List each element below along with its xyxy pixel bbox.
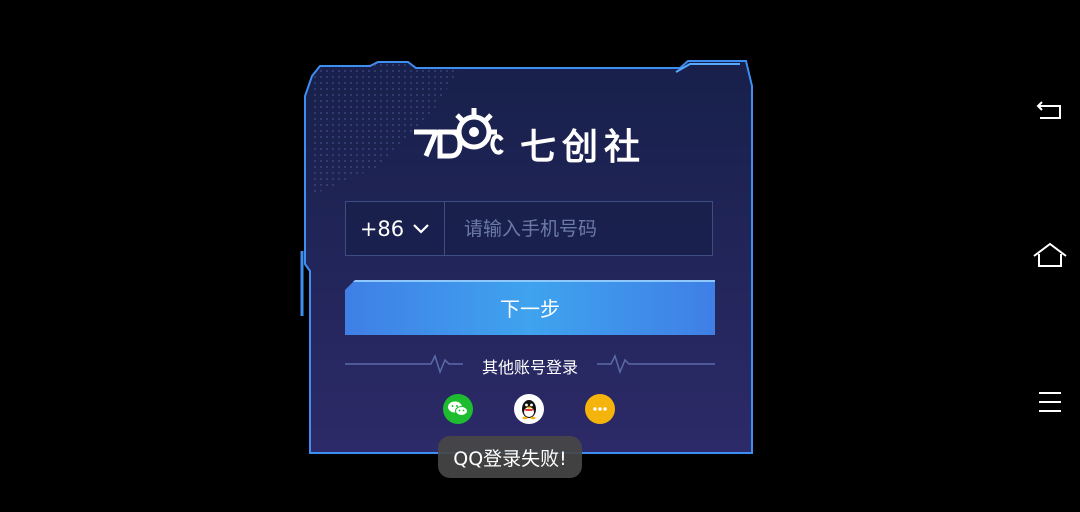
home-icon	[1033, 242, 1067, 267]
chevron-down-icon	[413, 223, 429, 234]
other-login-divider: 其他账号登录	[345, 352, 715, 378]
more-dots-icon	[593, 407, 607, 411]
more-login-button[interactable]	[585, 394, 615, 424]
nav-back-button[interactable]	[1030, 90, 1070, 130]
toast-message: QQ登录失败!	[438, 436, 582, 478]
nav-menu-button[interactable]	[1030, 382, 1070, 422]
wechat-icon	[448, 401, 468, 416]
qq-login-button[interactable]	[514, 394, 544, 424]
country-code-selector[interactable]: +86	[346, 202, 445, 255]
qq-penguin-icon	[522, 400, 536, 420]
wechat-login-button[interactable]	[443, 394, 473, 424]
phone-number-input[interactable]	[445, 202, 713, 255]
next-step-button[interactable]: 下一步	[345, 280, 715, 335]
country-code-value: +86	[359, 216, 405, 241]
nav-home-button[interactable]	[1030, 236, 1070, 276]
brand-name: 七创社	[520, 127, 647, 168]
other-login-label: 其他账号登录	[481, 358, 578, 377]
back-icon	[1036, 101, 1061, 119]
phone-input-row: +86	[345, 201, 713, 256]
menu-icon	[1039, 392, 1061, 412]
